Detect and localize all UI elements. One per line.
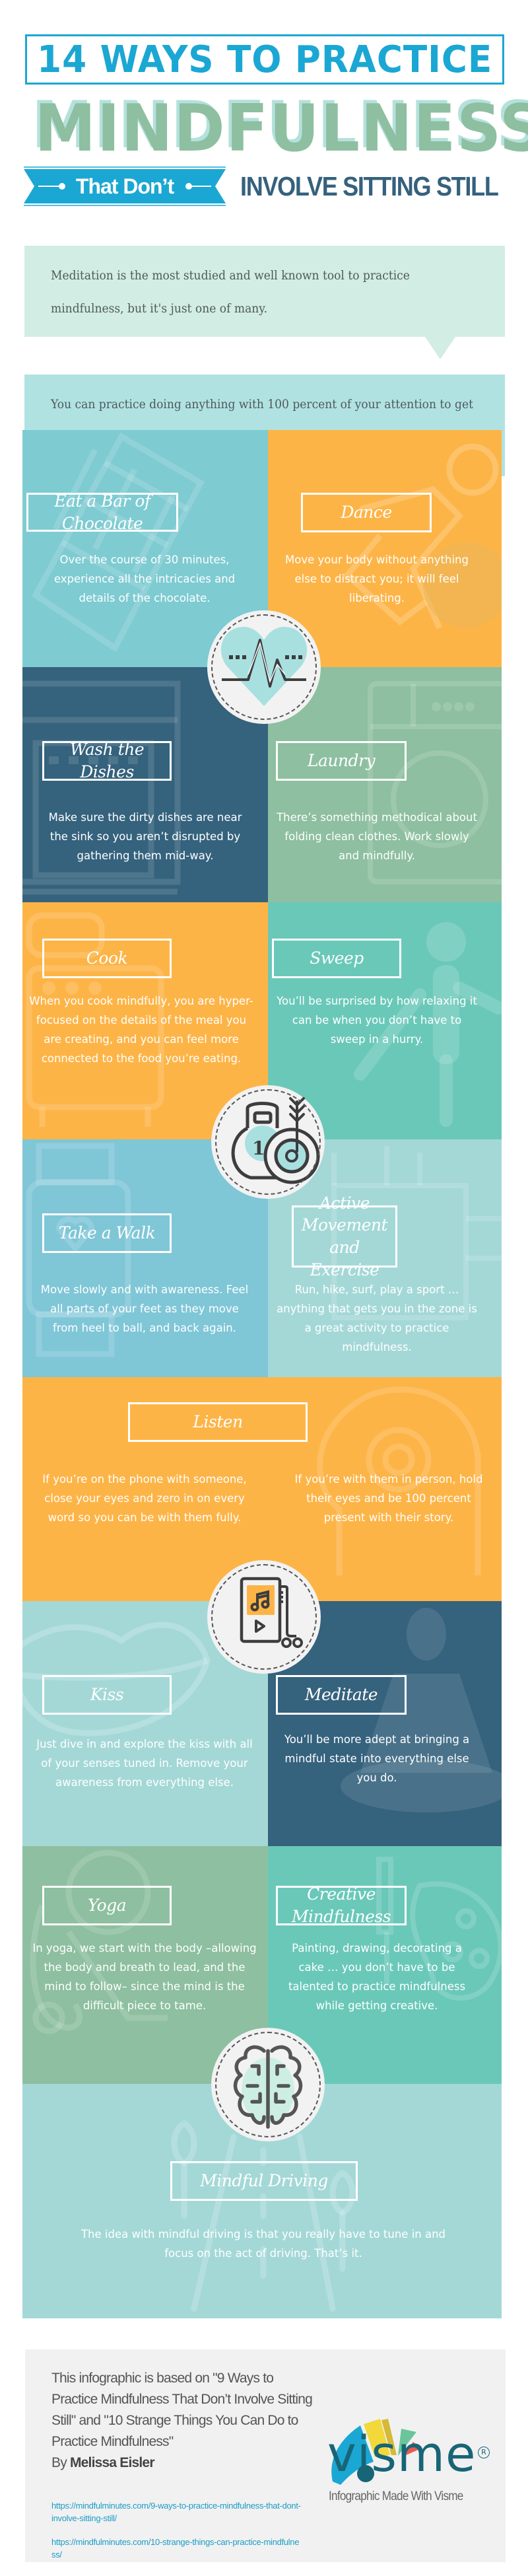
source-text: This infographic is based on "9 Ways to …	[51, 2371, 313, 2449]
way-description: Run, hike, surf, play a sport … anything…	[277, 1283, 477, 1353]
title-line-1: 14 WAYS TO PRACTICE	[37, 38, 493, 81]
way-title: Dance	[301, 493, 432, 532]
way-title: Creative Mindfulness	[276, 1884, 407, 1926]
way-description: When you cook mindfully, you are hyper-f…	[29, 995, 253, 1065]
visme-tagline: Infographic Made With Visme	[329, 2489, 463, 2503]
way-title: Laundry	[276, 741, 407, 781]
source-link-2[interactable]: https://mindfulminutes.com/10-strange-th…	[51, 2536, 302, 2561]
way-description: You’ll be more adept at bringing a mindf…	[284, 1733, 470, 1784]
way-title: Take a Walk	[42, 1213, 172, 1253]
source-attribution: This infographic is based on "9 Ways to …	[51, 2368, 315, 2474]
way-description: Just dive in and explore the kiss with a…	[36, 1738, 253, 1789]
title-banner: 14 WAYS TO PRACTICE	[25, 34, 504, 85]
brain-icon	[233, 2045, 303, 2129]
registered-mark: R	[478, 2447, 490, 2458]
way-description: Over the course of 30 minutes, experienc…	[53, 554, 236, 604]
way-description: In yoga, we start with the body –allowin…	[32, 1942, 257, 2012]
heartbeat-icon	[220, 627, 308, 706]
way-description: Painting, drawing, decorating a cake … y…	[288, 1942, 466, 2012]
way-title: Listen	[128, 1402, 308, 1442]
way-title: Active Movement and Exercise	[292, 1194, 397, 1279]
footer-credits: This infographic is based on "9 Ways to …	[25, 2349, 506, 2562]
badge-heartbeat	[207, 610, 321, 724]
way-description-right: If you’re with them in person, hold thei…	[294, 1473, 483, 1524]
badge-kettlebell: 10	[211, 1085, 325, 1199]
way-description: Move your body without anything else to …	[285, 554, 469, 604]
bubble-tail	[425, 337, 455, 359]
way-description: You’ll be surprised by how relaxing it c…	[277, 995, 477, 1046]
subtitle: INVOLVE SITTING STILL	[240, 171, 499, 201]
way-description: The idea with mindful driving is that yo…	[81, 2228, 446, 2260]
way-title: Sweep	[272, 939, 401, 978]
way-title: Cook	[42, 939, 172, 978]
kettlebell-target-icon: 10	[231, 1097, 320, 1184]
way-description: There’s something methodical about foldi…	[277, 811, 477, 862]
ribbon-label: That Don’t	[75, 174, 174, 198]
way-title: Eat a Bar of Chocolate	[26, 491, 178, 533]
intro-text-1: Meditation is the most studied and well …	[51, 268, 410, 316]
way-title: Kiss	[42, 1675, 172, 1715]
title-mindfulness: MINDFULNESS	[34, 91, 528, 166]
way-description-left: If you’re on the phone with someone, clo…	[42, 1473, 247, 1524]
kettlebell-weight-label: 10	[252, 1137, 278, 1159]
author-name: Melissa Eisler	[69, 2455, 155, 2470]
way-title: Meditate	[276, 1675, 407, 1715]
way-description: Move slowly and with awareness. Feel all…	[40, 1283, 249, 1334]
badge-brain	[211, 2028, 325, 2141]
visme-brand: visme	[327, 2426, 477, 2483]
music-player-icon	[240, 1577, 303, 1648]
ribbon-banner: That Don’t	[24, 166, 226, 206]
by-label: By	[51, 2455, 67, 2470]
way-title: Yoga	[42, 1886, 172, 1925]
way-description: Make sure the dirty dishes are near the …	[48, 811, 242, 862]
badge-music-player	[207, 1560, 321, 1674]
source-link-1[interactable]: https://mindfulminutes.com/9-ways-to-pra…	[51, 2499, 302, 2524]
way-title: Mindful Driving	[170, 2161, 358, 2201]
way-title: Wash the Dishes	[42, 740, 172, 781]
intro-bubble-1: Meditation is the most studied and well …	[24, 246, 505, 359]
